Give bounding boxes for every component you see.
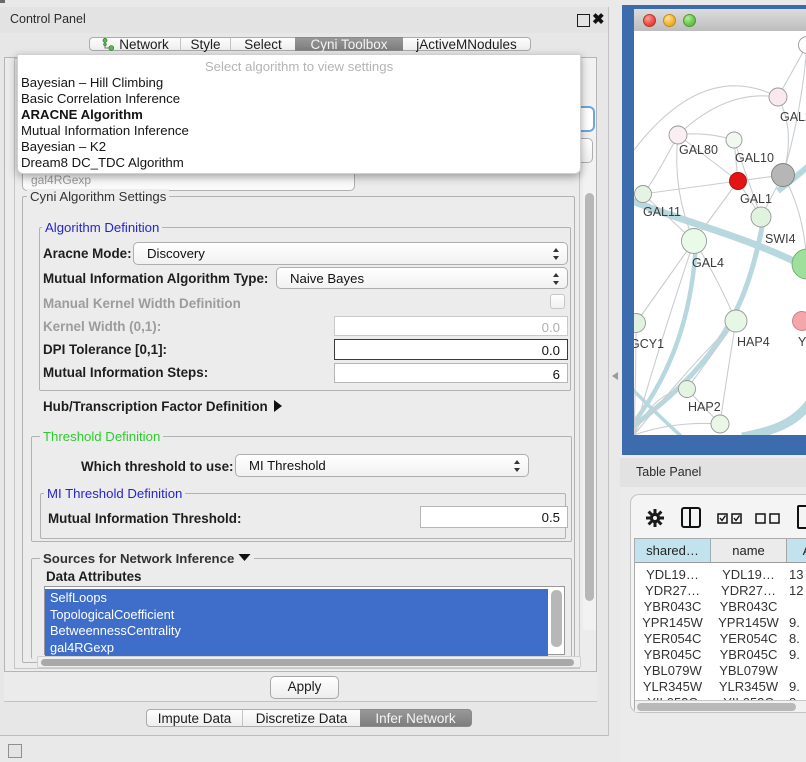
svg-text:GAL4: GAL4 xyxy=(692,256,724,270)
svg-text:GCY1: GCY1 xyxy=(634,337,664,351)
svg-text:HAP4: HAP4 xyxy=(737,335,770,349)
svg-text:GAL2: GAL2 xyxy=(780,110,806,124)
svg-text:SWI4: SWI4 xyxy=(765,232,796,246)
svg-text:GAL80: GAL80 xyxy=(679,143,718,157)
svg-text:GAL1: GAL1 xyxy=(740,192,772,206)
svg-text:GAL10: GAL10 xyxy=(735,151,774,165)
svg-text:HAP2: HAP2 xyxy=(688,400,721,414)
svg-text:GAL11: GAL11 xyxy=(643,205,681,219)
svg-text:YEL: YEL xyxy=(798,335,806,349)
